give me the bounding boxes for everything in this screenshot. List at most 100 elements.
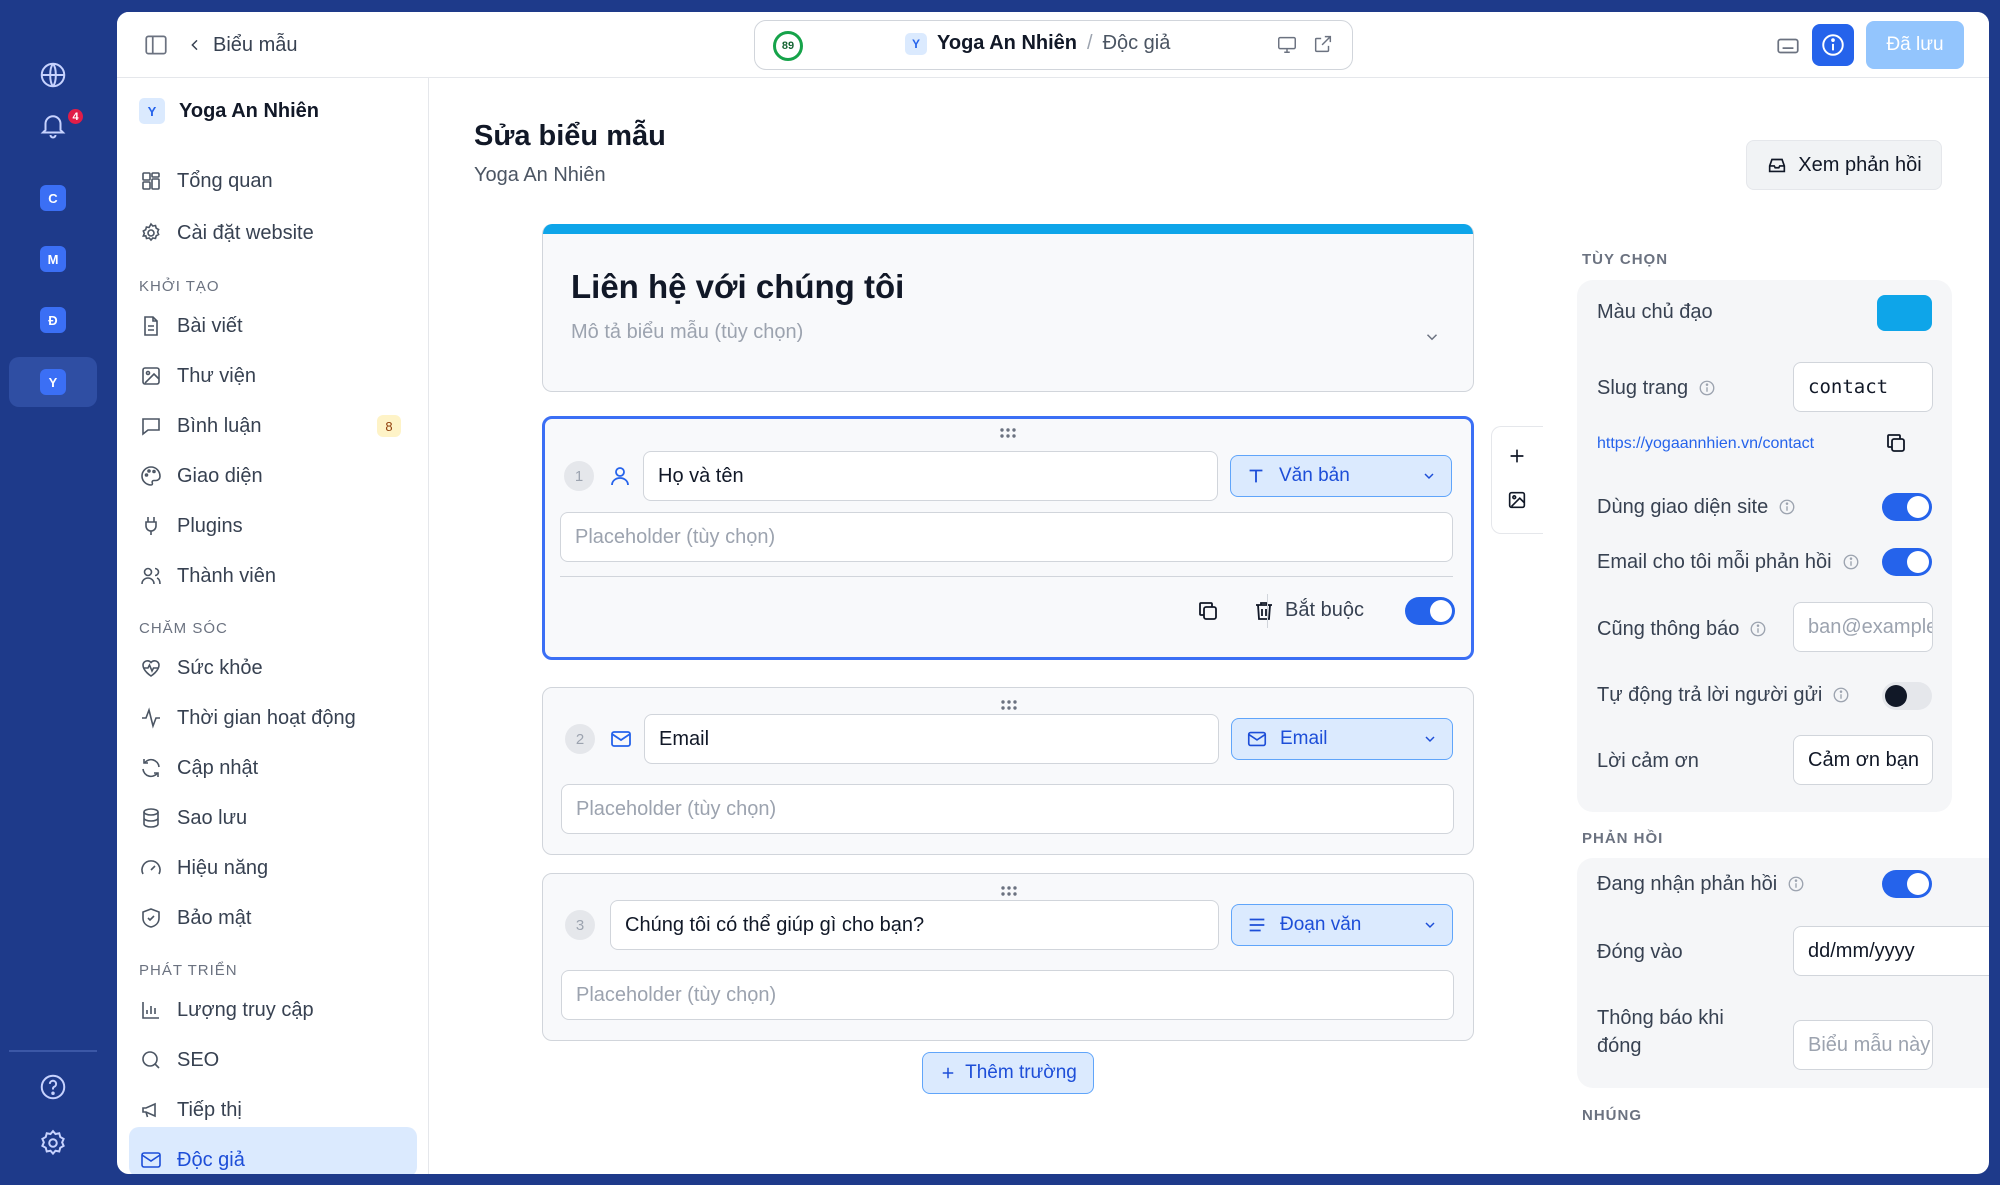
- sidebar-item-backups[interactable]: Sao lưu: [139, 806, 409, 830]
- field-label-input[interactable]: Họ và tên: [643, 451, 1218, 501]
- close-on-date-input[interactable]: dd/mm/yyyy: [1793, 926, 1989, 976]
- site-switcher-c[interactable]: C: [40, 185, 66, 211]
- info-circle-icon[interactable]: [1842, 553, 1860, 571]
- field-placeholder-input[interactable]: Placeholder (tùy chọn): [561, 970, 1454, 1020]
- info-circle-icon[interactable]: [1787, 875, 1805, 893]
- auto-reply-toggle[interactable]: [1882, 682, 1932, 710]
- sidebar-item-label: Thời gian hoạt động: [177, 706, 356, 729]
- inbox-icon: [1769, 158, 1786, 173]
- copy-url-icon[interactable]: [1884, 431, 1908, 455]
- add-field-button[interactable]: Thêm trường: [922, 1052, 1094, 1094]
- heart-pulse-icon: [142, 660, 160, 677]
- field-type-select[interactable]: Đoạn văn: [1231, 904, 1453, 946]
- form-title[interactable]: Liên hệ với chúng tôi: [571, 268, 904, 306]
- slug-input[interactable]: contact: [1793, 362, 1933, 412]
- view-responses-button[interactable]: Xem phản hồi: [1746, 140, 1942, 190]
- add-image-icon[interactable]: [1506, 489, 1528, 511]
- help-icon[interactable]: [26, 1060, 80, 1114]
- sidebar-item-posts[interactable]: Bài viết: [139, 314, 409, 338]
- sidebar-item-uptime[interactable]: Thời gian hoạt động: [139, 706, 409, 730]
- back-link[interactable]: Biểu mẫu: [187, 32, 298, 58]
- field-type-select[interactable]: Văn bản: [1230, 455, 1452, 497]
- form-field-card[interactable]: 3 Chúng tôi có thể giúp gì cho bạn? Đoạn…: [542, 873, 1474, 1041]
- site-switcher-y[interactable]: Y: [40, 369, 66, 395]
- email-me-toggle[interactable]: [1882, 548, 1932, 576]
- info-circle-icon[interactable]: [1698, 379, 1716, 397]
- form-field-card[interactable]: 2 Email Email Placeholder (tùy chọn): [542, 687, 1474, 855]
- trash-icon[interactable]: [1252, 599, 1276, 623]
- sidebar-item-appearance[interactable]: Giao diện: [139, 464, 409, 488]
- also-notify-input[interactable]: ban@example.com: [1793, 602, 1933, 652]
- info-circle-icon[interactable]: [1832, 686, 1850, 704]
- app-window: Biểu mẫu 89 Y Yoga An Nhiên / Độc giả Đã…: [117, 12, 1989, 1174]
- field-number: 2: [565, 724, 595, 754]
- saved-button[interactable]: Đã lưu: [1866, 21, 1964, 69]
- accepting-toggle[interactable]: [1882, 870, 1932, 898]
- sidebar-item-website-settings[interactable]: Cài đặt website: [139, 221, 409, 245]
- site-switcher-m[interactable]: M: [40, 246, 66, 272]
- sidebar-item-comments[interactable]: Bình luận 8: [139, 414, 409, 438]
- chevron-left-icon: [191, 39, 198, 51]
- field-placeholder-input[interactable]: Placeholder (tùy chọn): [560, 512, 1453, 562]
- sidebar-item-performance[interactable]: Hiệu năng: [139, 856, 409, 880]
- info-circle-icon[interactable]: [1778, 498, 1796, 516]
- sidebar-item-overview[interactable]: Tổng quan: [139, 169, 409, 193]
- page-title: Sửa biểu mẫu: [474, 120, 666, 152]
- sidebar-item-label: Plugins: [177, 514, 243, 537]
- dashboard-grid-icon: [142, 172, 160, 190]
- bar-chart-icon: [142, 1002, 159, 1019]
- thanks-label: Lời cảm ơn: [1597, 747, 1699, 775]
- drag-handle-icon[interactable]: [998, 426, 1018, 440]
- site-switcher-d[interactable]: Đ: [40, 307, 66, 333]
- use-site-theme-toggle[interactable]: [1882, 493, 1932, 521]
- sidebar-item-updates[interactable]: Cập nhật: [139, 756, 409, 780]
- breadcrumb-site[interactable]: Yoga An Nhiên: [937, 32, 1077, 55]
- chevron-down-icon[interactable]: [1423, 328, 1441, 346]
- health-score-ring[interactable]: 89: [773, 31, 803, 61]
- settings-gear-icon[interactable]: [26, 1116, 80, 1170]
- sidebar-item-library[interactable]: Thư viện: [139, 364, 409, 388]
- site-avatar: Y: [905, 32, 927, 55]
- form-field-card[interactable]: 1 Họ và tên Văn bản Placeholder (tùy chọ…: [542, 416, 1474, 660]
- sidebar-item-label: SEO: [177, 1048, 220, 1071]
- site-avatar: Y: [139, 98, 165, 124]
- sidebar-item-readers[interactable]: Độc giả: [139, 1148, 409, 1172]
- required-toggle[interactable]: [1405, 597, 1455, 625]
- info-button[interactable]: [1812, 24, 1854, 66]
- field-label-input[interactable]: Email: [644, 714, 1219, 764]
- sidebar-toggle-icon[interactable]: [143, 32, 169, 58]
- field-label-input[interactable]: Chúng tôi có thể giúp gì cho bạn?: [610, 900, 1219, 950]
- closed-message-input[interactable]: Biểu mẫu này đã đóng: [1793, 1020, 1933, 1070]
- form-url-link[interactable]: https://yogaannhien.vn/contact: [1597, 435, 1814, 453]
- external-link-icon[interactable]: [1312, 33, 1334, 55]
- sidebar-item-marketing[interactable]: Tiếp thị: [139, 1098, 409, 1122]
- globe-icon[interactable]: [26, 48, 80, 102]
- form-accent-bar: [543, 224, 1473, 234]
- primary-color-swatch[interactable]: [1877, 295, 1932, 331]
- embed-section-title: NHÚNG: [1582, 1107, 1642, 1124]
- breadcrumb: Y Yoga An Nhiên / Độc giả: [905, 32, 1170, 55]
- search-icon: [142, 1051, 160, 1069]
- thanks-input[interactable]: Cảm ơn bạn: [1793, 735, 1933, 785]
- sidebar-site-header[interactable]: Y Yoga An Nhiên: [139, 98, 319, 124]
- sidebar-item-members[interactable]: Thành viên: [139, 564, 409, 588]
- sidebar-item-plugins[interactable]: Plugins: [139, 514, 409, 538]
- field-placeholder-input[interactable]: Placeholder (tùy chọn): [561, 784, 1454, 834]
- plus-icon[interactable]: [1506, 445, 1528, 467]
- drag-handle-icon[interactable]: [999, 698, 1019, 712]
- plus-icon: [942, 1067, 954, 1079]
- sidebar-item-health[interactable]: Sức khỏe: [139, 656, 409, 680]
- form-description-input[interactable]: Mô tả biểu mẫu (tùy chọn): [571, 321, 803, 344]
- sidebar-item-traffic[interactable]: Lượng truy cập: [139, 998, 409, 1022]
- field-type-select[interactable]: Email: [1231, 718, 1453, 760]
- sidebar-item-seo[interactable]: SEO: [139, 1048, 409, 1072]
- drag-handle-icon[interactable]: [999, 884, 1019, 898]
- field-tools-panel: [1491, 426, 1543, 534]
- info-circle-icon[interactable]: [1749, 620, 1767, 638]
- document-icon: [144, 316, 158, 336]
- sidebar-item-security[interactable]: Bảo mật: [139, 906, 409, 930]
- desktop-preview-icon[interactable]: [1276, 33, 1298, 55]
- field-number: 3: [565, 910, 595, 940]
- keyboard-shortcuts-icon[interactable]: [1775, 33, 1801, 59]
- duplicate-icon[interactable]: [1196, 599, 1220, 623]
